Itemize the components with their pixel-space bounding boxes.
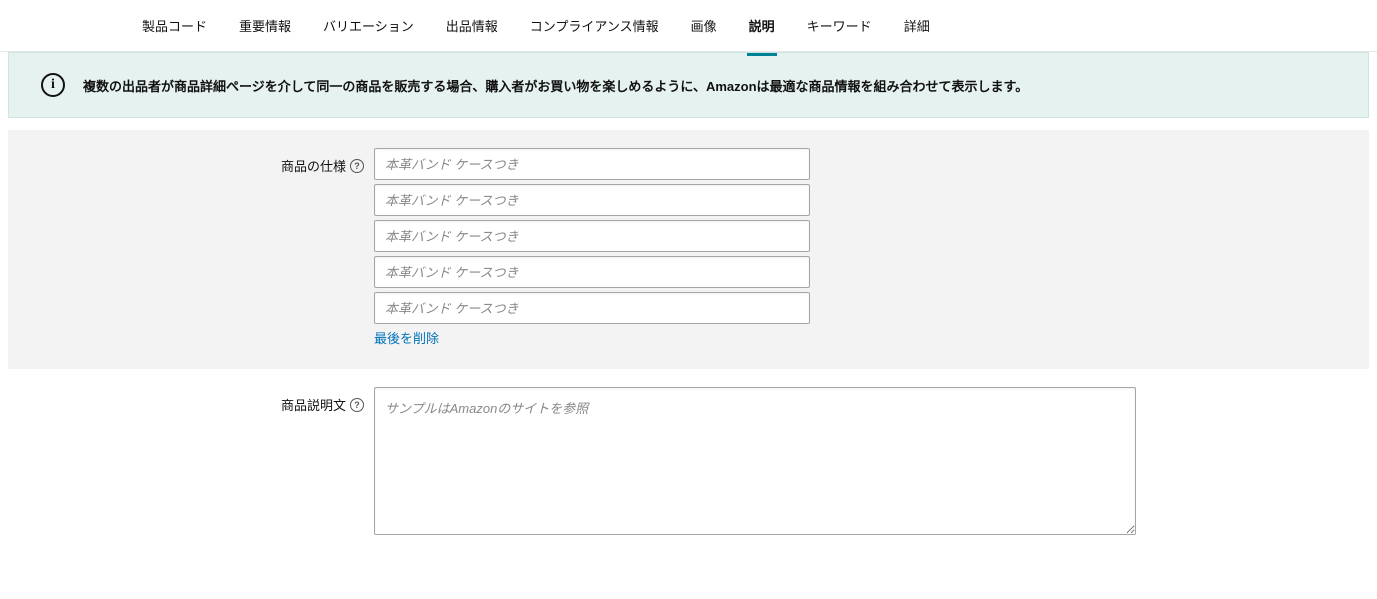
info-icon: i bbox=[41, 73, 65, 97]
product-description-textarea[interactable] bbox=[374, 387, 1136, 535]
tab-compliance[interactable]: コンプライアンス情報 bbox=[528, 12, 661, 39]
help-icon[interactable]: ? bbox=[350, 159, 364, 173]
tab-keywords[interactable]: キーワード bbox=[805, 12, 874, 39]
help-icon[interactable]: ? bbox=[350, 398, 364, 412]
product-spec-input-3[interactable] bbox=[374, 220, 810, 252]
tab-vital-info[interactable]: 重要情報 bbox=[237, 12, 293, 39]
tab-variation[interactable]: バリエーション bbox=[321, 12, 416, 39]
product-spec-input-1[interactable] bbox=[374, 148, 810, 180]
tab-offer[interactable]: 出品情報 bbox=[444, 12, 500, 39]
product-spec-input-4[interactable] bbox=[374, 256, 810, 288]
tab-description[interactable]: 説明 bbox=[747, 12, 777, 39]
product-spec-input-5[interactable] bbox=[374, 292, 810, 324]
product-spec-label: 商品の仕様 bbox=[281, 156, 346, 175]
tab-images[interactable]: 画像 bbox=[689, 12, 719, 39]
product-spec-input-2[interactable] bbox=[374, 184, 810, 216]
info-banner-text: 複数の出品者が商品詳細ページを介して同一の商品を販売する場合、購入者がお買い物を… bbox=[83, 73, 1028, 95]
info-banner: i 複数の出品者が商品詳細ページを介して同一の商品を販売する場合、購入者がお買い… bbox=[8, 52, 1369, 118]
tab-bar: 製品コード 重要情報 バリエーション 出品情報 コンプライアンス情報 画像 説明… bbox=[0, 0, 1377, 52]
product-description-label: 商品説明文 bbox=[281, 395, 346, 414]
product-spec-section: 商品の仕様 ? 最後を削除 bbox=[8, 130, 1369, 369]
tab-more-details[interactable]: 詳細 bbox=[902, 12, 932, 39]
remove-last-link[interactable]: 最後を削除 bbox=[374, 328, 439, 347]
product-description-section: 商品説明文 ? bbox=[8, 369, 1369, 560]
tab-product-code[interactable]: 製品コード bbox=[140, 12, 209, 39]
